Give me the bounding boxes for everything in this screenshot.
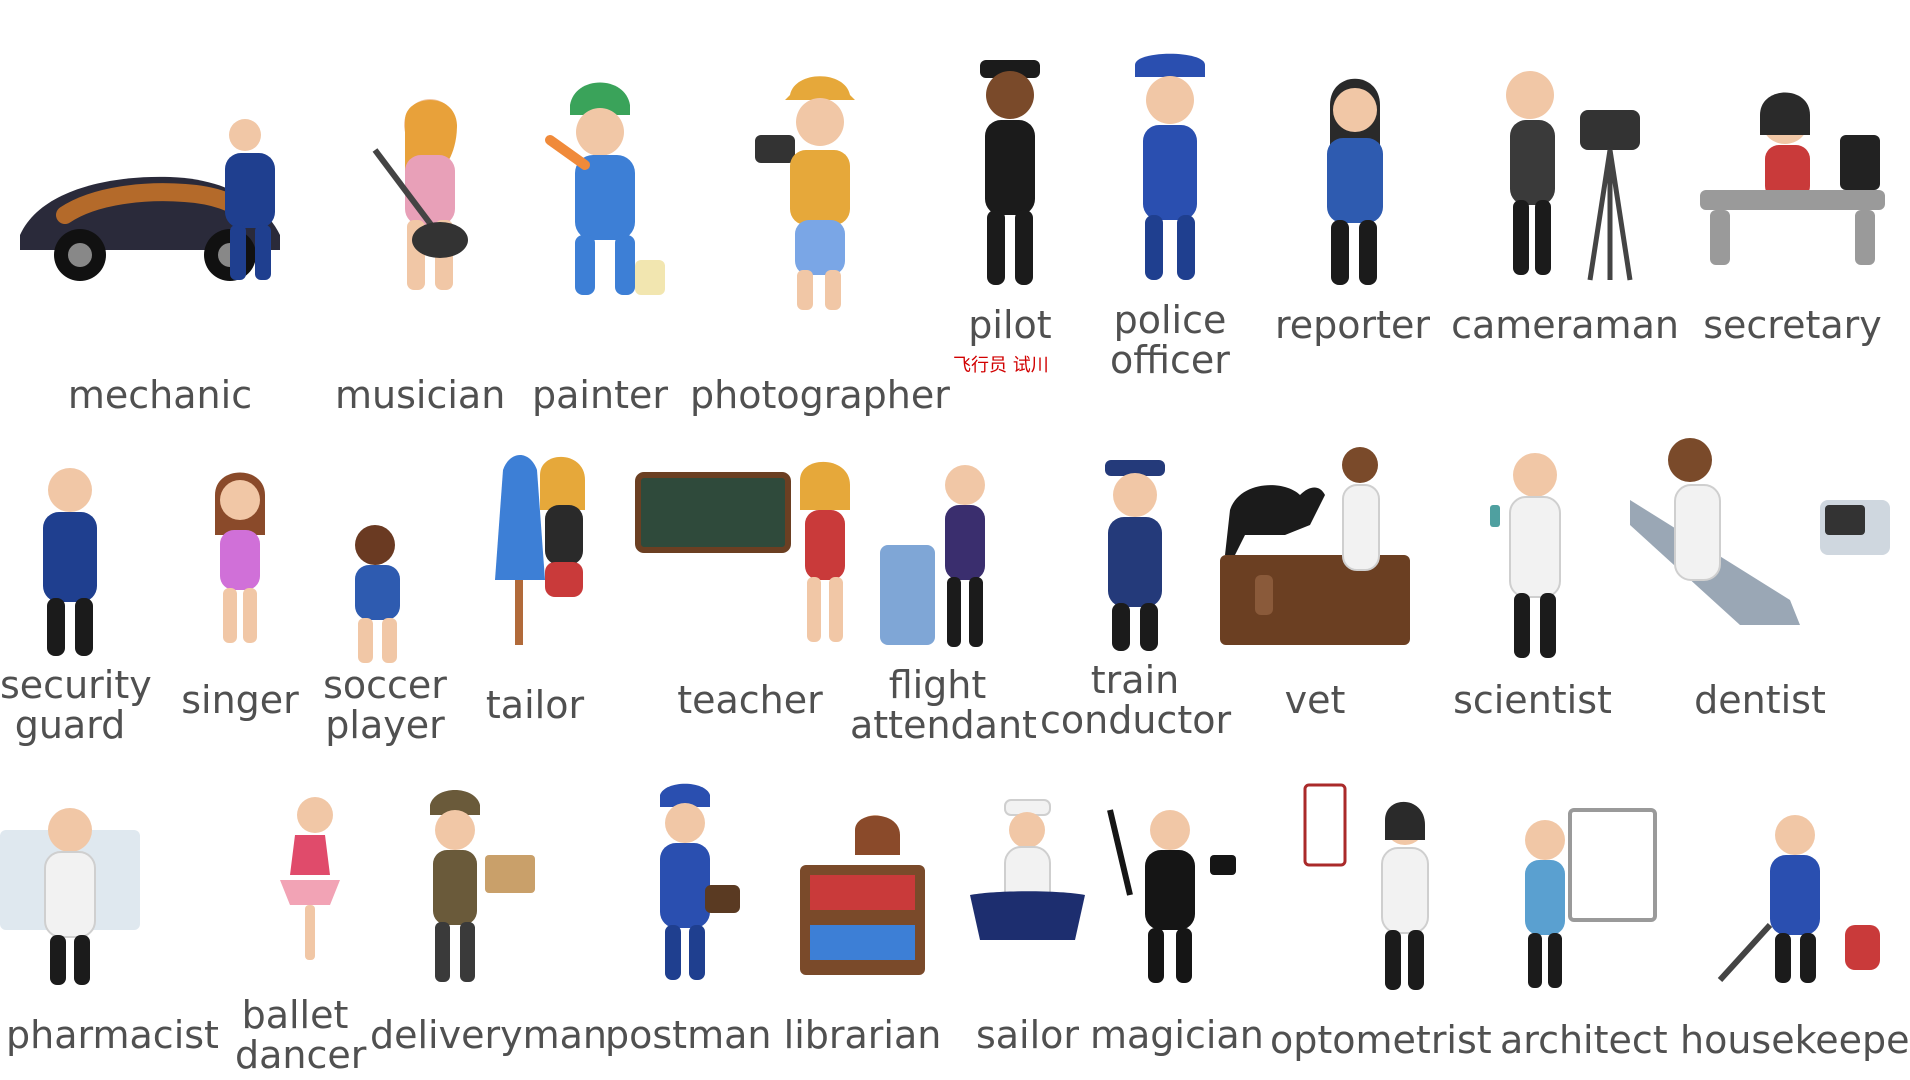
- scientist-label: scientist: [1453, 678, 1612, 722]
- profession-vet: vet: [1215, 440, 1415, 730]
- flight-attendant-label: flight attendant: [850, 663, 1037, 747]
- secretary-icon: [1690, 80, 1895, 270]
- dentist-icon: [1620, 430, 1900, 660]
- profession-cameraman: cameraman: [1450, 50, 1680, 370]
- profession-dentist: dentist: [1610, 430, 1910, 730]
- ballet-dancer-icon: [240, 790, 350, 970]
- profession-soccer-player: soccer player: [320, 520, 450, 760]
- reporter-icon: [1295, 60, 1410, 290]
- postman-label: postman: [605, 1013, 772, 1057]
- profession-tailor: tailor: [470, 440, 600, 730]
- security-guard-label: security guard: [0, 663, 152, 747]
- magician-icon: [1100, 800, 1240, 990]
- pharmacist-icon: [0, 790, 140, 990]
- police-officer-icon: [1115, 45, 1225, 285]
- pilot-icon: [955, 50, 1065, 295]
- soccer-player-label: soccer player: [323, 663, 447, 747]
- photographer-label: photographer: [690, 373, 950, 417]
- profession-architect: architect: [1500, 805, 1668, 1070]
- profession-ballet-dancer: ballet dancer: [235, 790, 367, 1080]
- pharmacist-label: pharmacist: [6, 1013, 219, 1057]
- security-guard-icon: [25, 460, 115, 660]
- tailor-label: tailor: [485, 683, 585, 727]
- profession-pilot: pilot: [935, 50, 1085, 370]
- profession-pharmacist: pharmacist: [0, 790, 225, 1070]
- painter-label: painter: [532, 373, 668, 417]
- singer-label: singer: [181, 678, 299, 722]
- profession-reporter: reporter: [1265, 60, 1440, 370]
- optometrist-icon: [1300, 780, 1450, 995]
- profession-housekeeper: housekeeper: [1680, 805, 1910, 1070]
- housekeeper-icon: [1700, 805, 1890, 990]
- profession-train-conductor: train conductor: [1040, 455, 1232, 745]
- police-officer-label: police officer: [1110, 298, 1230, 382]
- teacher-icon: [635, 455, 865, 650]
- musician-label: musician: [335, 373, 506, 417]
- photographer-icon: [735, 70, 885, 315]
- cameraman-icon: [1475, 50, 1655, 290]
- profession-flight-attendant: flight attendant: [850, 455, 1037, 747]
- housekeeper-label: housekeeper: [1680, 1018, 1910, 1062]
- profession-mechanic: mechanic: [0, 70, 320, 415]
- postman-icon: [625, 775, 750, 985]
- profession-teacher: teacher: [635, 455, 865, 730]
- profession-photographer: photographer: [690, 70, 950, 415]
- vet-icon: [1215, 440, 1415, 650]
- vet-label: vet: [1284, 678, 1346, 722]
- deliveryman-icon: [415, 780, 545, 990]
- profession-police-officer: police officer: [1090, 45, 1250, 390]
- tailor-icon: [485, 440, 590, 655]
- profession-musician: musician: [335, 70, 505, 415]
- architect-label: architect: [1500, 1018, 1668, 1062]
- pilot-label: pilot: [968, 303, 1052, 347]
- scientist-icon: [1480, 445, 1580, 665]
- cameraman-label: cameraman: [1451, 303, 1679, 347]
- professions-board: mechanic musician painter photographer p…: [0, 0, 1910, 1080]
- librarian-label: librarian: [783, 1013, 942, 1057]
- profession-magician: magician: [1090, 800, 1264, 1070]
- train-conductor-icon: [1090, 455, 1180, 655]
- flight-attendant-icon: [875, 455, 1005, 655]
- magician-label: magician: [1090, 1013, 1264, 1057]
- overlay-note: 飞行员 试川: [953, 355, 1049, 376]
- painter-icon: [530, 70, 670, 310]
- profession-secretary: secretary: [1690, 80, 1895, 370]
- profession-postman: postman: [605, 775, 772, 1070]
- musician-icon: [345, 80, 495, 310]
- profession-security-guard: security guard: [0, 450, 152, 760]
- sailor-icon: [960, 795, 1095, 985]
- profession-painter: painter: [520, 70, 680, 415]
- ballet-dancer-label: ballet dancer: [235, 993, 367, 1077]
- profession-librarian: librarian: [780, 810, 945, 1070]
- reporter-label: reporter: [1274, 303, 1431, 347]
- soccer-player-icon: [330, 520, 440, 670]
- profession-scientist: scientist: [1445, 445, 1620, 730]
- teacher-label: teacher: [677, 678, 823, 722]
- dentist-label: dentist: [1694, 678, 1826, 722]
- optometrist-label: optometrist: [1270, 1018, 1492, 1062]
- profession-optometrist: optometrist: [1270, 780, 1492, 1070]
- librarian-icon: [790, 810, 935, 980]
- deliveryman-label: deliveryman: [370, 1013, 607, 1057]
- architect-icon: [1510, 805, 1660, 990]
- profession-singer: singer: [165, 460, 315, 730]
- secretary-label: secretary: [1703, 303, 1882, 347]
- profession-deliveryman: deliveryman: [370, 770, 607, 1070]
- sailor-label: sailor: [975, 1013, 1080, 1057]
- mechanic-label: mechanic: [67, 373, 253, 417]
- mechanic-icon: [10, 95, 310, 295]
- singer-icon: [185, 460, 295, 650]
- profession-sailor: sailor: [955, 795, 1100, 1070]
- train-conductor-label: train conductor: [1040, 658, 1232, 742]
